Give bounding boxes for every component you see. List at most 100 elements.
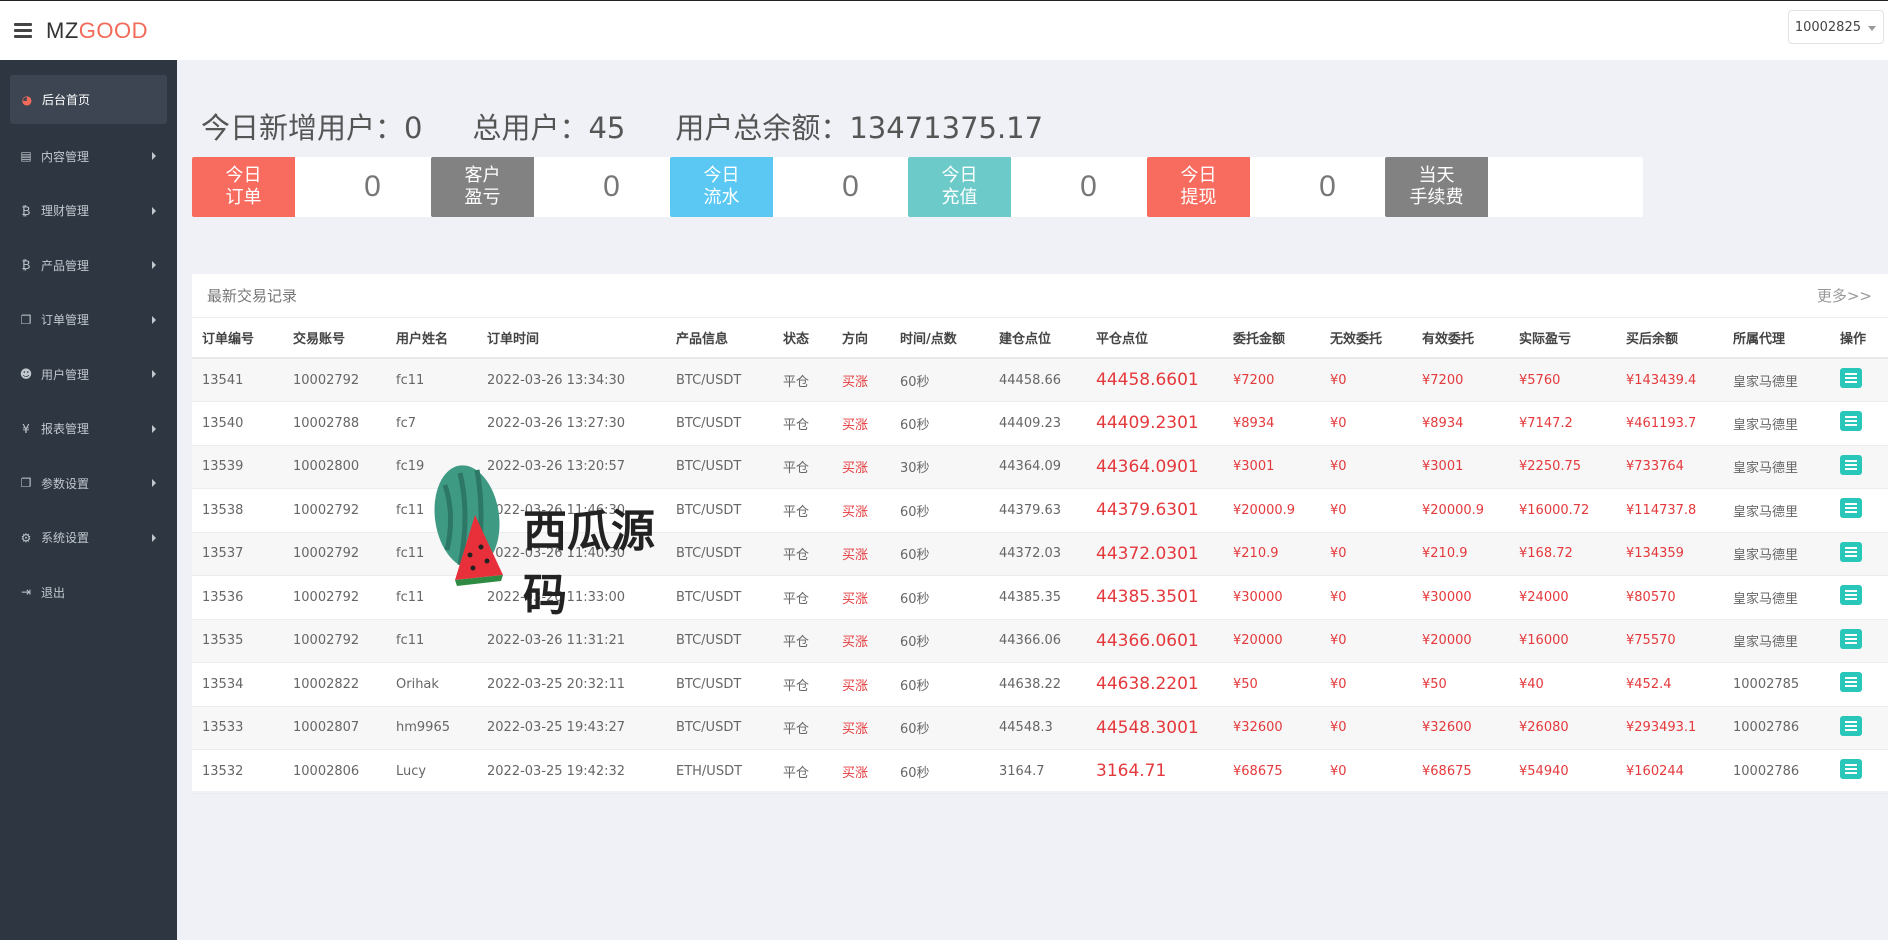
trades-table: 订单编号 交易账号 用户姓名 订单时间 产品信息 状态 方向 时间/点数 建仓点位 平仓点位 委托金… [192,318,1888,794]
user-id: 10002825 [1794,19,1861,35]
table-cell: 2022-03-25 20:32:11 [477,662,666,707]
table-cell: ¥75570 [1616,619,1723,663]
table-cell: ETH/USDT [666,749,773,794]
table-cell: ¥0 [1320,358,1412,402]
menu-toggle-icon[interactable] [14,20,32,41]
table-cell: 44638.2201 [1086,662,1223,707]
table-cell: ¥0 [1320,749,1412,794]
table-cell: 44372.0301 [1086,532,1223,576]
table-cell: ¥0 [1320,532,1412,576]
table-cell: ¥50 [1223,662,1320,707]
sidebar-item-6[interactable]: ¥ 报表管理 [0,402,177,457]
table-cell: 2022-03-26 13:20:57 [477,445,666,489]
more-link[interactable]: 更多>> [1817,285,1872,306]
sidebar-item-2[interactable]: ₿ 理财管理 [0,184,177,239]
table-cell: 10002792 [283,532,386,576]
brand-logo-right: GOOD [78,17,148,43]
recent-trades-panel: 最新交易记录 更多>> 订单编号 交易账号 用户姓名 订单时间 产品信息 状态 方向 时间/点… [192,274,1888,794]
stat-value: 0 [1080,170,1097,203]
table-cell: fc11 [386,619,477,663]
table-row: 13539 10002800 fc19 2022-03-26 13:20:57 BTC/… [192,445,1888,489]
table-cell: ¥8934 [1223,401,1320,446]
table-cell: 44366.0601 [1086,619,1223,663]
table-cell: BTC/USDT [666,706,773,750]
table-cell: 皇家马德里 [1723,575,1830,620]
table-cell: 60秒 [890,662,989,707]
view-details-button[interactable] [1840,541,1862,562]
table-cell: 2022-03-26 13:27:30 [477,401,666,446]
sidebar-item-7[interactable]: ❐ 参数设置 [0,456,177,511]
table-cell: 13535 [192,619,283,663]
sidebar-item-0[interactable]: ◕ 后台首页 [10,75,167,124]
table-cell: 买涨 [832,619,890,663]
sidebar-item-8[interactable]: ⚙ 系统设置 [0,511,177,566]
table-cell: 60秒 [890,706,989,750]
stat-card: 客户 盈亏 0 [431,157,689,217]
brand-logo[interactable]: MZGOOD [46,18,148,44]
table-cell: 2022-03-26 11:40:30 [477,532,666,576]
summary-line: 今日新增用户：0 总用户：45 用户总余额：13471375.17 [201,105,1093,147]
view-details-button[interactable] [1840,368,1862,388]
table-cell: 3164.7 [989,749,1086,794]
sidebar-item-9[interactable]: ⇥ 退出 [0,565,177,620]
table-cell: 10002786 [1723,749,1830,794]
view-details-button[interactable] [1840,454,1862,475]
table-cell: 13532 [192,749,283,794]
table-cell: 皇家马德里 [1723,619,1830,663]
view-details-button[interactable] [1840,672,1862,693]
copy-icon: ❐ [20,476,32,491]
table-cell: ¥68675 [1223,749,1320,794]
sidebar-item-5[interactable]: ☻ 用户管理 [0,347,177,402]
table-cell: 2022-03-26 11:46:30 [477,488,666,533]
column-header: 订单时间 [477,318,666,359]
stat-value: 0 [364,170,381,203]
view-details-button[interactable] [1840,715,1862,736]
table-cell: ¥452.4 [1616,662,1723,707]
view-details-button[interactable] [1840,585,1862,606]
view-details-button[interactable] [1840,759,1862,780]
table-cell: 3164.71 [1086,749,1223,794]
table-cell: BTC/USDT [666,488,773,533]
table-header-row: 订单编号 交易账号 用户姓名 订单时间 产品信息 状态 方向 时间/点数 建仓点位 平仓点位 委托金… [192,318,1888,359]
stat-label: 今日 充值 [908,157,1011,217]
sidebar-item-4[interactable]: ❐ 订单管理 [0,293,177,348]
table-cell: 10002792 [283,619,386,663]
table-cell: ¥20000.9 [1223,488,1320,533]
sidebar-item-3[interactable]: ₿ 产品管理 [0,238,177,293]
sidebar-item-label: 后台首页 [42,93,91,107]
table-cell: Lucy [386,749,477,794]
stat-value: 0 [603,170,620,203]
sidebar-item-1[interactable]: ▤ 内容管理 [0,129,177,184]
table-cell: 44638.22 [989,662,1086,707]
table-cell: 买涨 [832,575,890,620]
table-cell: ¥114737.8 [1616,488,1723,533]
table-cell: 13534 [192,662,283,707]
user-dropdown[interactable]: 10002825 [1787,10,1884,44]
stat-label-line1: 当天 [1418,165,1455,186]
view-details-button[interactable] [1840,628,1862,649]
table-cell: 皇家马德里 [1723,401,1830,446]
table-cell: 买涨 [832,358,890,402]
sidebar-item-label: 内容管理 [41,149,90,164]
table-cell: 10002785 [1723,662,1830,707]
column-header: 用户姓名 [386,318,477,359]
table-cell-actions [1830,401,1888,446]
stat-label-line2: 盈亏 [464,187,501,208]
table-cell: ¥7200 [1412,358,1509,402]
view-details-button[interactable] [1840,498,1862,519]
table-cell: ¥7147.2 [1509,401,1616,446]
table-cell-actions [1830,662,1888,707]
stat-card: 当天 手续费 [1385,157,1643,217]
stat-label-line1: 客户 [464,165,501,186]
table-cell: 皇家马德里 [1723,532,1830,576]
bitcoin-icon: ₿ [21,203,31,218]
new-users-today: 今日新增用户：0 [201,111,423,145]
table-cell: ¥40 [1509,662,1616,707]
sidebar: ◕ 后台首页 ▤ 内容管理 ₿ 理财管理 ₿ 产品管理 ❐ 订单管理 ☻ 用户管理 ¥ 报表管理 ❐ 参数设置… [0,60,177,940]
table-cell-actions [1830,619,1888,663]
table-cell: 平仓 [773,445,832,489]
view-details-button[interactable] [1840,411,1862,432]
yen-icon: ¥ [22,421,30,436]
table-cell: fc7 [386,401,477,446]
caret-right-icon [152,152,156,161]
